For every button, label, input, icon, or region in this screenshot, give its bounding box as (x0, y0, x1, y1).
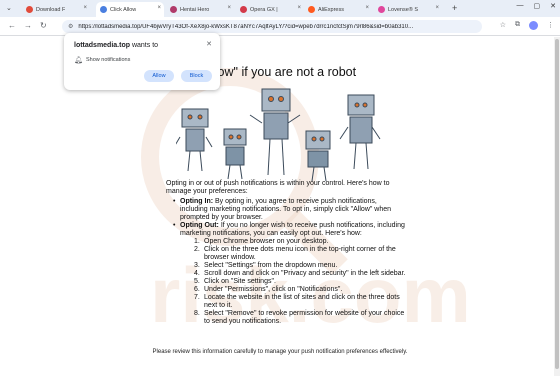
tab-close-icon[interactable]: × (227, 5, 231, 11)
step-text: Locate the website in the list of sites … (204, 294, 400, 309)
step-number: 7. (194, 294, 200, 301)
extensions-icon[interactable]: ⧉ (515, 21, 520, 30)
tab-favicon-icon (170, 6, 177, 13)
reload-icon[interactable]: ↻ (40, 21, 47, 30)
tab[interactable]: Hentai Hero × (166, 2, 234, 17)
url-text: https://lottadsmedia.top/UF4bjwVryT43Of-… (78, 23, 414, 30)
step-number: 5. (194, 278, 200, 285)
intro-text: Opting in or out of push notifications i… (166, 180, 390, 195)
tab-title: Lovense® S (388, 6, 419, 13)
robot-4 (305, 130, 331, 182)
step-item: 4. Scroll down and click on "Privacy and … (194, 270, 406, 278)
back-icon[interactable]: ← (8, 21, 16, 30)
steps-wrap: 1. Open Chrome browser on your desktop. 2.… (166, 238, 406, 326)
allow-button[interactable]: Allow (144, 70, 174, 82)
minimize-icon[interactable]: — (517, 2, 524, 10)
tab-title: AliExpress (318, 6, 344, 13)
profile-avatar[interactable] (529, 21, 538, 30)
step-item: 3. Select "Settings" from the dropdown me… (194, 262, 406, 270)
tab-title: Hentai Hero (180, 6, 210, 13)
bell-icon: 🔔︎ (74, 57, 83, 64)
robot-2 (223, 128, 247, 180)
tab-close-icon[interactable]: × (435, 5, 439, 11)
tab-strip: ⌄ Download F × Click Allow × Hentai Hero × Ope… (0, 0, 560, 17)
tab-favicon-icon (26, 6, 33, 13)
popup-site: lottadsmedia.top (74, 42, 131, 49)
notification-permission-popup: lottadsmedia.top wants to ✕ 🔔︎ Show noti… (64, 33, 220, 90)
step-item: 5. Click on "Site settings". (194, 278, 406, 286)
robot-1 (176, 108, 213, 172)
step-text: Under "Permissions", click on "Notificat… (204, 286, 343, 293)
window-controls: — ▢ ✕ (517, 2, 557, 10)
tab-close-icon[interactable]: × (157, 5, 161, 11)
tab-favicon-icon (308, 6, 315, 13)
tab-title: Click Allow (110, 6, 137, 13)
steps-list: 1. Open Chrome browser on your desktop. 2.… (194, 238, 406, 326)
page-headline: llow" if you are not a robot (212, 65, 357, 79)
robot-5 (339, 94, 381, 170)
address-bar[interactable]: ⚙ https://lottadsmedia.top/UF4bjwVryT43O… (62, 20, 482, 33)
permission-text: Show notifications (86, 57, 131, 63)
tab[interactable]: Lovense® S × (374, 2, 442, 17)
step-item: 6. Under "Permissions", click on "Notific… (194, 286, 406, 294)
tab[interactable]: Download F × (22, 2, 90, 17)
step-number: 6. (194, 286, 200, 293)
step-text: Select "Settings" from the dropdown menu… (204, 262, 338, 269)
block-button[interactable]: Block (181, 70, 212, 82)
step-number: 4. (194, 270, 200, 277)
step-text: Click on the three dots menu icon in the… (204, 246, 396, 261)
tab-title: Download F (36, 6, 66, 13)
opt-out-item: Opting Out: If you no longer wish to rec… (173, 222, 406, 238)
step-text: Open Chrome browser on your desktop. (204, 238, 329, 245)
tab[interactable]: Click Allow × (96, 2, 164, 17)
tab[interactable]: AliExpress × (304, 2, 372, 17)
step-number: 1. (194, 238, 200, 245)
step-text: Click on "Site settings". (204, 278, 276, 285)
toolbar-actions: ☆ ⧉ ⋮ (500, 21, 554, 30)
opt-in-item: Opting In: By opting in, you agree to re… (173, 198, 406, 222)
tab-close-icon[interactable]: × (365, 5, 369, 11)
tab-close-icon[interactable]: × (297, 5, 301, 11)
tab-title: Opera GX | (250, 6, 278, 13)
tab-close-icon[interactable]: × (83, 5, 87, 11)
bookmark-star-icon[interactable]: ☆ (500, 21, 506, 30)
instructions-block: Opting in or out of push notifications i… (166, 180, 406, 326)
footer-note: Please review this information carefully… (152, 349, 408, 355)
step-text: Scroll down and click on "Privacy and se… (204, 270, 406, 277)
popup-wants-to: wants to (131, 42, 159, 49)
step-item: 7. Locate the website in the list of site… (194, 294, 406, 310)
tab-favicon-icon (378, 6, 385, 13)
popup-title: lottadsmedia.top wants to (74, 42, 158, 49)
tab-favicon-icon (100, 6, 107, 13)
forward-icon[interactable]: → (24, 21, 32, 30)
step-item: 8. Select "Remove" to revoke permission f… (194, 310, 406, 326)
page-scrollbar[interactable] (554, 37, 560, 376)
robot-3 (249, 88, 301, 176)
maximize-icon[interactable]: ▢ (534, 2, 541, 10)
new-tab-icon[interactable]: + (452, 3, 457, 13)
step-item: 2. Click on the three dots menu icon in t… (194, 246, 406, 262)
close-window-icon[interactable]: ✕ (550, 2, 556, 10)
step-item: 1. Open Chrome browser on your desktop. (194, 238, 406, 246)
close-icon[interactable]: ✕ (206, 40, 212, 48)
opt-in-label: Opting In: (180, 198, 214, 205)
menu-dots-icon[interactable]: ⋮ (547, 21, 554, 30)
site-info-icon[interactable]: ⚙ (68, 23, 73, 30)
step-text: Select "Remove" to revoke permission for… (204, 310, 405, 325)
browser-window: ⌄ Download F × Click Allow × Hentai Hero × Ope… (0, 0, 560, 376)
scrollbar-thumb[interactable] (555, 39, 559, 369)
step-number: 3. (194, 262, 200, 269)
tab-favicon-icon (240, 6, 247, 13)
tab-search-icon[interactable]: ⌄ (6, 4, 12, 12)
robots-illustration (176, 88, 381, 182)
step-number: 2. (194, 246, 200, 253)
opt-list: Opting In: By opting in, you agree to re… (166, 198, 406, 238)
tab[interactable]: Opera GX | × (236, 2, 304, 17)
opt-out-label: Opting Out: (180, 222, 219, 229)
step-number: 8. (194, 310, 200, 317)
